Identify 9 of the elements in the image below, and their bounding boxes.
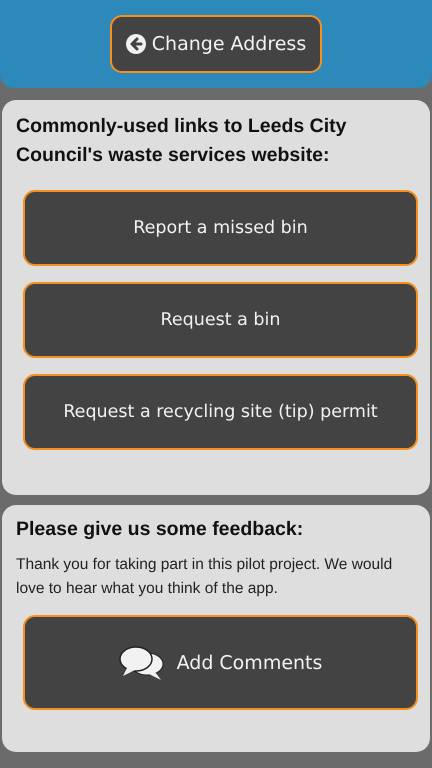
link-button[interactable]: Request a recycling site (tip) permit <box>23 374 418 450</box>
chat-bubbles-icon <box>118 644 165 682</box>
link-button[interactable]: Report a missed bin <box>23 190 418 266</box>
section-title: Please give us some feedback: <box>16 517 304 542</box>
section-title: Commonly-used links to Leeds City Council's waste services website: <box>16 114 348 168</box>
link-button[interactable]: Request a bin <box>23 282 418 358</box>
change-address-button[interactable]: Change Address <box>110 15 322 73</box>
feedback-text: Thank you for taking part in this pilot project. We would love to hear what you think of the app. <box>16 555 394 599</box>
add-comments-button[interactable]: Add Comments <box>23 615 418 710</box>
